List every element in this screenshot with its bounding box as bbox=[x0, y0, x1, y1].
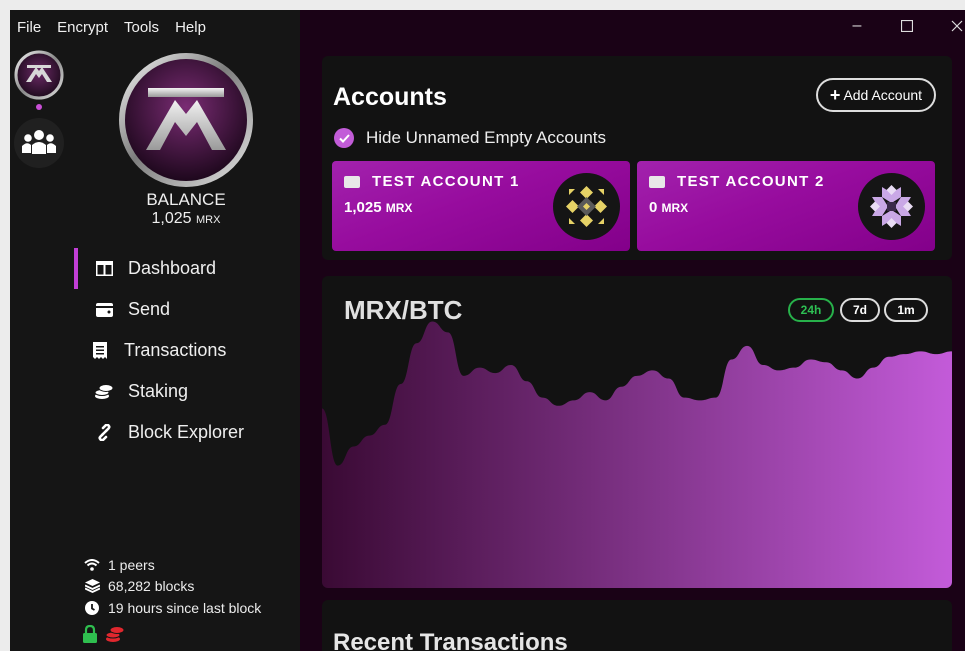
link-icon bbox=[94, 423, 114, 443]
nav-transactions[interactable]: Transactions bbox=[74, 330, 294, 371]
timeframe-7d-button[interactable]: 7d bbox=[840, 298, 880, 322]
wifi-icon bbox=[82, 558, 102, 571]
peers-row: 1 peers bbox=[82, 554, 261, 576]
balance-unit: MRX bbox=[196, 214, 221, 226]
maximize-icon bbox=[901, 20, 913, 32]
timeframe-1m-button[interactable]: 1m bbox=[884, 298, 928, 322]
add-account-button[interactable]: + Add Account bbox=[816, 78, 936, 112]
nav-staking[interactable]: Staking bbox=[74, 371, 294, 412]
account-name: TEST ACCOUNT 1 bbox=[372, 173, 520, 190]
wallet-state-icons bbox=[82, 625, 124, 643]
wallet-icon bbox=[344, 175, 360, 188]
account-balance: 1,025 MRX bbox=[344, 199, 412, 216]
coins-icon bbox=[94, 382, 114, 402]
maximize-button[interactable] bbox=[896, 14, 918, 38]
account-name: TEST ACCOUNT 2 bbox=[677, 173, 825, 190]
close-icon bbox=[951, 20, 963, 32]
app-window: File Encrypt Tools Help BALANCE 1,025 MR… bbox=[10, 10, 965, 651]
accounts-title: Accounts bbox=[333, 83, 447, 111]
menu-bar: File Encrypt Tools Help bbox=[10, 10, 215, 44]
price-chart-panel: MRX/BTC 24h 7d 1m bbox=[322, 276, 952, 588]
chart-title: MRX/BTC bbox=[344, 295, 463, 325]
sidebar: File Encrypt Tools Help BALANCE 1,025 MR… bbox=[10, 10, 300, 651]
columns-icon bbox=[94, 259, 114, 279]
blocks-row: 68,282 blocks bbox=[82, 576, 261, 598]
wallet-icon bbox=[649, 175, 665, 188]
menu-help[interactable]: Help bbox=[175, 19, 206, 36]
main-nav: Dashboard Send Transactions Staking Bloc… bbox=[74, 248, 294, 453]
menu-tools[interactable]: Tools bbox=[124, 19, 159, 36]
account-rail bbox=[14, 50, 70, 182]
identicon-yellow-icon bbox=[553, 173, 620, 240]
account-card[interactable]: TEST ACCOUNT 2 0 MRX bbox=[637, 161, 935, 251]
balance-logo-icon bbox=[119, 53, 253, 187]
active-wallet-dot bbox=[36, 104, 42, 110]
nav-label: Transactions bbox=[124, 340, 227, 360]
users-button[interactable] bbox=[14, 118, 64, 168]
network-status: 1 peers 68,282 blocks 19 hours since las… bbox=[82, 554, 261, 619]
last-block-row: 19 hours since last block bbox=[82, 597, 261, 619]
price-area-series bbox=[322, 321, 952, 588]
blocks-count: 68,282 blocks bbox=[108, 578, 195, 595]
check-icon[interactable] bbox=[334, 128, 354, 148]
menu-encrypt[interactable]: Encrypt bbox=[57, 19, 108, 36]
menu-file[interactable]: File bbox=[17, 19, 41, 36]
timeframe-24h-button[interactable]: 24h bbox=[788, 298, 834, 322]
staking-coins-icon[interactable] bbox=[106, 625, 124, 643]
recent-transactions-title: Recent Transactions bbox=[333, 629, 568, 651]
account-amount: 0 bbox=[649, 199, 658, 216]
recent-transactions-panel: Recent Transactions bbox=[322, 600, 952, 651]
nav-label: Send bbox=[128, 299, 171, 319]
receipt-icon bbox=[90, 341, 110, 361]
lock-icon[interactable] bbox=[82, 625, 98, 643]
account-unit: MRX bbox=[385, 201, 413, 215]
nav-send[interactable]: Send bbox=[74, 289, 294, 330]
layers-icon bbox=[82, 579, 102, 594]
last-block-time: 19 hours since last block bbox=[108, 599, 262, 616]
account-unit: MRX bbox=[661, 201, 689, 215]
nav-dashboard[interactable]: Dashboard bbox=[74, 248, 294, 289]
accounts-panel: Accounts + Add Account Hide Unnamed Empt… bbox=[322, 56, 952, 260]
account-amount: 1,025 bbox=[344, 199, 382, 216]
minimize-button[interactable]: – bbox=[846, 14, 868, 38]
balance-amount: 1,025 MRX bbox=[110, 210, 262, 228]
account-card-title: TEST ACCOUNT 1 bbox=[344, 173, 520, 190]
wallet-icon bbox=[94, 300, 114, 320]
close-button[interactable] bbox=[946, 14, 965, 38]
hide-empty-label: Hide Unnamed Empty Accounts bbox=[366, 128, 607, 147]
hide-empty-toggle[interactable]: Hide Unnamed Empty Accounts bbox=[334, 128, 606, 148]
clock-icon bbox=[82, 600, 102, 615]
account-balance: 0 MRX bbox=[649, 199, 688, 216]
nav-label: Dashboard bbox=[128, 258, 217, 278]
nav-block-explorer[interactable]: Block Explorer bbox=[74, 412, 294, 453]
account-card-title: TEST ACCOUNT 2 bbox=[649, 173, 825, 190]
users-icon bbox=[22, 130, 56, 154]
metrix-logo-icon bbox=[14, 50, 64, 100]
add-account-label: Add Account bbox=[843, 87, 923, 103]
balance-amount-value: 1,025 bbox=[151, 210, 192, 227]
plus-icon: + bbox=[829, 84, 841, 105]
peers-count: 1 peers bbox=[108, 556, 155, 573]
wallet-switch-button[interactable] bbox=[14, 50, 64, 110]
identicon-lavender-icon bbox=[858, 173, 925, 240]
account-card[interactable]: TEST ACCOUNT 1 1,025 MRX bbox=[332, 161, 630, 251]
balance-label: BALANCE bbox=[146, 190, 226, 209]
nav-label: Block Explorer bbox=[128, 422, 245, 442]
nav-label: Staking bbox=[128, 381, 189, 401]
